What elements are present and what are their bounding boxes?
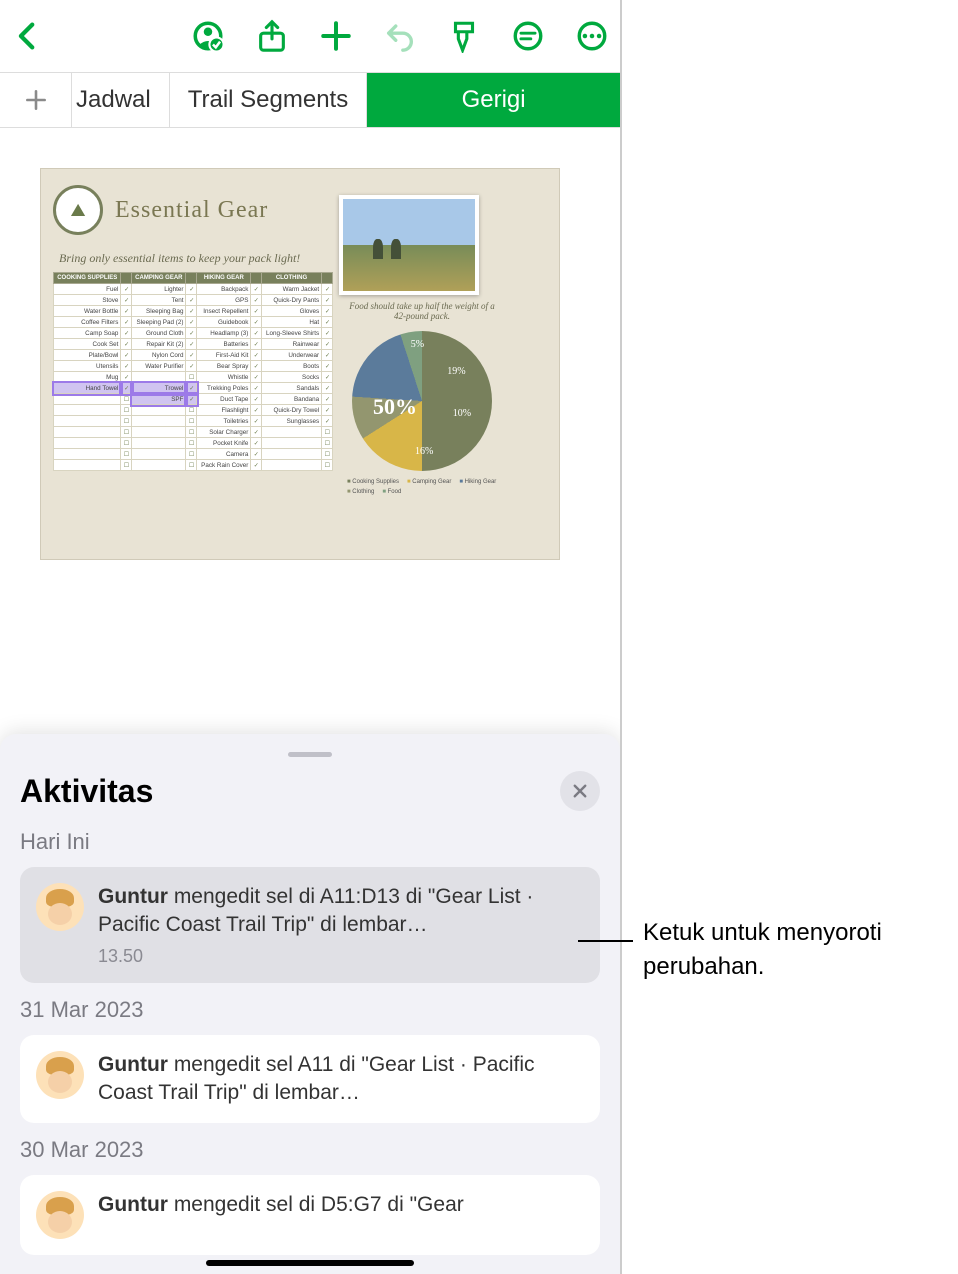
drag-handle[interactable] xyxy=(288,752,332,757)
tab-trail-segments[interactable]: Trail Segments xyxy=(170,73,368,127)
avatar xyxy=(36,1051,84,1099)
pie-slice-label: 5% xyxy=(411,339,424,350)
spreadsheet-canvas[interactable]: ⛰ Essential Gear Bring only essential it… xyxy=(0,128,620,600)
sheet-content: ⛰ Essential Gear Bring only essential it… xyxy=(40,168,560,560)
more-icon[interactable] xyxy=(574,18,610,54)
format-brush-icon[interactable] xyxy=(446,18,482,54)
activity-title: Aktivitas xyxy=(20,773,153,810)
col-header: CAMPING GEAR xyxy=(132,273,186,284)
activity-item[interactable]: Guntur mengedit sel A11 di "Gear List · … xyxy=(20,1035,600,1124)
tab-label: Gerigi xyxy=(462,86,526,114)
plus-icon[interactable] xyxy=(318,18,354,54)
avatar xyxy=(36,1191,84,1239)
callout-line xyxy=(578,940,633,942)
tab-label: Jadwal xyxy=(76,86,151,114)
collaborate-icon[interactable] xyxy=(190,18,226,54)
date-heading: 31 Mar 2023 xyxy=(20,997,600,1023)
hero-photo xyxy=(339,195,479,295)
tab-gerigi[interactable]: Gerigi xyxy=(367,73,620,127)
pie-slice-label: 50% xyxy=(373,394,417,420)
tab-bar: Jadwal Trail Segments Gerigi xyxy=(0,72,620,128)
activity-text: Guntur mengedit sel di D5:G7 di "Gear xyxy=(98,1191,464,1219)
callout-text: Ketuk untuk menyoroti perubahan. xyxy=(643,916,943,983)
photo-caption: Food should take up half the weight of a… xyxy=(347,301,497,321)
trails-logo: ⛰ xyxy=(53,185,103,235)
toolbar xyxy=(0,0,620,72)
pie-slice-label: 16% xyxy=(415,446,433,457)
pie-slice-label: 19% xyxy=(447,366,465,377)
chart-legend: Cooking Supplies Camping Gear Hiking Gea… xyxy=(347,479,497,495)
col-header: COOKING SUPPLIES xyxy=(54,273,121,284)
tab-label: Trail Segments xyxy=(188,86,349,114)
activity-text: Guntur mengedit sel di A11:D13 di "Gear … xyxy=(98,883,584,940)
legend-item: Cooking Supplies xyxy=(347,479,399,485)
back-icon[interactable] xyxy=(10,18,46,54)
legend-item: Camping Gear xyxy=(407,479,451,485)
close-button[interactable] xyxy=(560,771,600,811)
activity-panel: Aktivitas Hari Ini Guntur mengedit sel d… xyxy=(0,734,620,1274)
legend-item: Clothing xyxy=(347,489,374,495)
add-sheet-button[interactable] xyxy=(0,73,72,127)
date-heading: Hari Ini xyxy=(20,829,600,855)
app-frame: Jadwal Trail Segments Gerigi ⛰ Essential… xyxy=(0,0,622,1274)
undo-icon[interactable] xyxy=(382,18,418,54)
share-icon[interactable] xyxy=(254,18,290,54)
col-header: CLOTHING xyxy=(261,273,321,284)
activity-time: 13.50 xyxy=(98,946,584,967)
activity-text: Guntur mengedit sel A11 di "Gear List · … xyxy=(98,1051,584,1108)
gear-table[interactable]: COOKING SUPPLIES CAMPING GEAR HIKING GEA… xyxy=(53,272,333,471)
legend-item: Food xyxy=(382,489,401,495)
date-heading: 30 Mar 2023 xyxy=(20,1137,600,1163)
avatar xyxy=(36,883,84,931)
page-title: Essential Gear xyxy=(115,197,268,224)
comment-icon[interactable] xyxy=(510,18,546,54)
activity-item[interactable]: Guntur mengedit sel di A11:D13 di "Gear … xyxy=(20,867,600,983)
subtitle: Bring only essential items to keep your … xyxy=(59,251,333,266)
tab-jadwal[interactable]: Jadwal xyxy=(72,73,170,127)
pie-slice-label: 10% xyxy=(453,408,471,419)
pie-chart: 50% 16% 10% 19% 5% xyxy=(352,331,492,471)
home-indicator xyxy=(206,1260,414,1266)
legend-item: Hiking Gear xyxy=(459,479,496,485)
activity-item[interactable]: Guntur mengedit sel di D5:G7 di "Gear xyxy=(20,1175,600,1255)
col-header: HIKING GEAR xyxy=(197,273,251,284)
